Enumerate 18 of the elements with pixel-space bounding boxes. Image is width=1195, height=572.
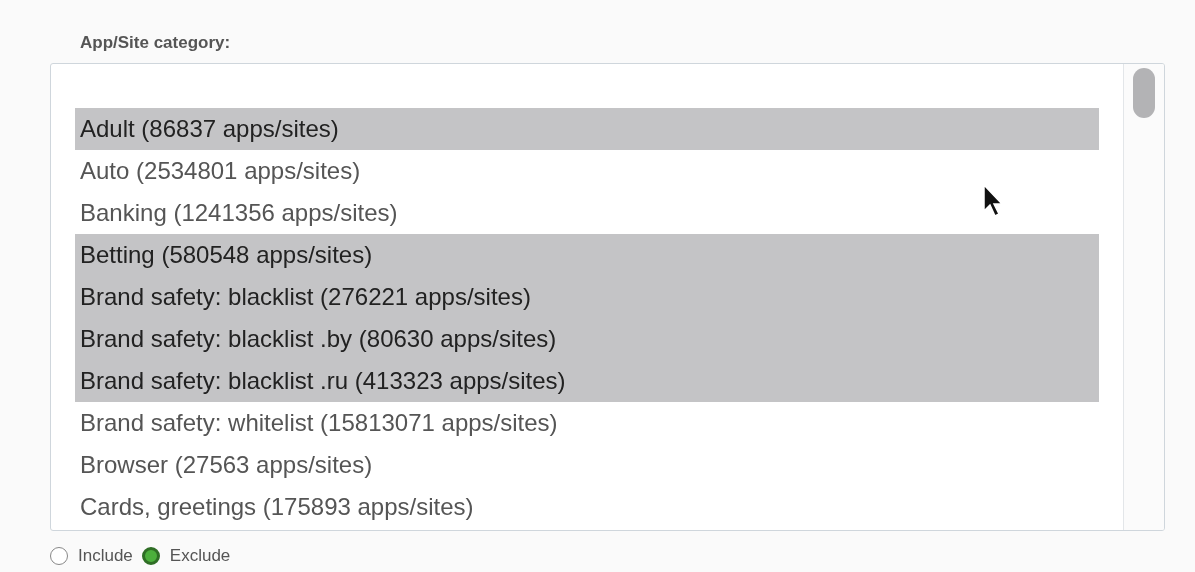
- category-option[interactable]: Banking (1241356 apps/sites): [75, 192, 1099, 234]
- radio-button[interactable]: [50, 546, 68, 565]
- category-option[interactable]: Adult (86837 apps/sites): [75, 108, 1099, 150]
- radio-label: Include: [78, 545, 133, 567]
- scrollbar-thumb[interactable]: [1133, 68, 1155, 118]
- category-option[interactable]: Browser (27563 apps/sites): [75, 444, 1099, 486]
- category-option[interactable]: Brand safety: blacklist .ru (413323 apps/sites): [75, 360, 1099, 402]
- radio-label: Exclude: [169, 545, 231, 567]
- radio-button[interactable]: [141, 546, 160, 565]
- category-option[interactable]: Brand safety: blacklist .by (80630 apps/sites): [75, 318, 1099, 360]
- category-option[interactable]: Cards, greetings (175893 apps/sites): [75, 486, 1099, 528]
- scrollbar[interactable]: [1123, 64, 1164, 530]
- category-listbox[interactable]: [50, 63, 1165, 531]
- category-option[interactable]: Auto (2534801 apps/sites): [75, 150, 1099, 192]
- field-label: App/Site category:: [80, 33, 231, 52]
- category-option[interactable]: Brand safety: blacklist (276221 apps/sites): [75, 276, 1099, 318]
- category-option[interactable]: Brand safety: whitelist (15813071 apps/sites): [75, 402, 1099, 444]
- category-option[interactable]: Betting (580548 apps/sites): [75, 234, 1099, 276]
